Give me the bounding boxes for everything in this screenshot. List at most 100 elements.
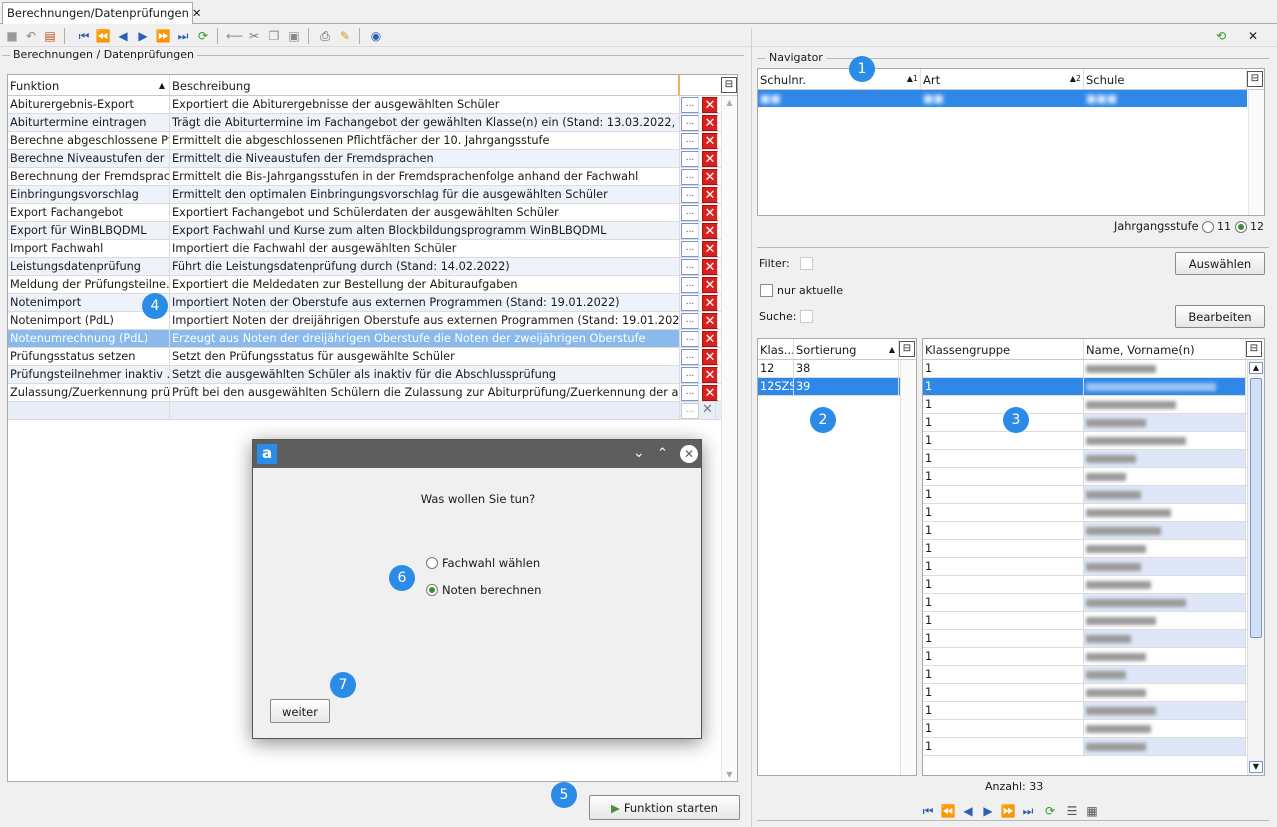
delete-icon[interactable]: ✕: [702, 223, 718, 239]
details-button[interactable]: ...: [681, 97, 699, 113]
school-row-selected[interactable]: ■■ ■■ ■■■: [758, 90, 1247, 107]
schueler-row[interactable]: 1: [923, 468, 1264, 486]
last-record-icon[interactable]: ⏭: [1020, 803, 1036, 819]
funktion-starten-button[interactable]: ▶ Funktion starten: [589, 795, 740, 820]
table-row[interactable]: Abiturergebnis-Export Exportiert die Abit…: [8, 96, 737, 114]
next-page-icon[interactable]: ⏩: [155, 28, 171, 44]
col-klassengruppe[interactable]: Klassengruppe: [923, 339, 1084, 359]
schueler-row[interactable]: 1: [923, 594, 1264, 612]
copy-icon[interactable]: ❐: [266, 28, 282, 44]
details-button[interactable]: ...: [681, 241, 699, 257]
new-row[interactable]: ... ✕: [8, 402, 737, 420]
details-button[interactable]: ...: [681, 223, 699, 239]
schueler-row[interactable]: 1: [923, 702, 1264, 720]
details-button[interactable]: ...: [681, 295, 699, 311]
col-art[interactable]: Art ▲2: [921, 69, 1084, 89]
schueler-row[interactable]: 1: [923, 360, 1264, 378]
table-row[interactable]: Export für WinBLBQDML Export Fachwahl und…: [8, 222, 737, 240]
col-schulnr[interactable]: Schulnr. ▲1: [758, 69, 921, 89]
table-row[interactable]: Einbringungsvorschlag Ermittelt den optim…: [8, 186, 737, 204]
klassen-row[interactable]: 12SZS 39: [758, 378, 916, 396]
functions-scrollbar[interactable]: ▲ ▼: [721, 96, 737, 781]
delete-icon[interactable]: ✕: [702, 277, 718, 293]
delete-icon[interactable]: ✕: [702, 385, 718, 401]
schueler-row[interactable]: 1: [923, 432, 1264, 450]
delete-icon[interactable]: ✕: [702, 349, 718, 365]
schueler-row[interactable]: 1: [923, 450, 1264, 468]
print-icon[interactable]: ⎙: [317, 28, 333, 44]
schueler-row[interactable]: 1: [923, 414, 1264, 432]
delete-icon[interactable]: ✕: [702, 259, 718, 275]
klassen-row[interactable]: 12 38: [758, 360, 916, 378]
column-chooser-icon[interactable]: ⊟: [899, 341, 915, 357]
paste-icon[interactable]: ▣: [286, 28, 302, 44]
schueler-row[interactable]: 1: [923, 558, 1264, 576]
details-button[interactable]: ...: [681, 133, 699, 149]
maximize-icon[interactable]: ⌃: [657, 446, 668, 461]
details-button[interactable]: ...: [681, 115, 699, 131]
dialog-close-icon[interactable]: ✕: [680, 445, 698, 463]
arrow-left-icon[interactable]: ⟵: [226, 28, 243, 44]
table-row[interactable]: Berechnung der Fremdsprac... Ermittelt di…: [8, 168, 737, 186]
details-button[interactable]: ...: [681, 349, 699, 365]
schueler-row[interactable]: 1: [923, 522, 1264, 540]
fachwahl-radio[interactable]: [426, 557, 438, 569]
delete-icon[interactable]: ✕: [702, 133, 718, 149]
col-schule[interactable]: Schule: [1084, 69, 1247, 89]
details-button[interactable]: ...: [681, 277, 699, 293]
help-icon[interactable]: ◉: [368, 28, 384, 44]
clean-icon[interactable]: ✎: [337, 28, 353, 44]
save-icon[interactable]: ■: [4, 28, 20, 44]
table-row[interactable]: Prüfungsteilnehmer inaktiv ... Setzt die …: [8, 366, 737, 384]
schueler-row[interactable]: 1: [923, 396, 1264, 414]
schueler-row[interactable]: 1: [923, 666, 1264, 684]
noten-berechnen-radio[interactable]: [426, 584, 438, 596]
prev-record-icon[interactable]: ◀: [960, 803, 976, 819]
weiter-button[interactable]: weiter: [270, 699, 330, 723]
details-button[interactable]: ...: [681, 187, 699, 203]
col-sortierung[interactable]: Sortierung ▲: [794, 339, 899, 359]
form-icon[interactable]: ▤: [42, 28, 58, 44]
next-page-icon[interactable]: ⏩: [1000, 803, 1016, 819]
delete-icon[interactable]: ✕: [702, 151, 718, 167]
refresh-icon[interactable]: ⟳: [1042, 803, 1058, 819]
tab-berechnungen[interactable]: Berechnungen/Datenprüfungen ✕: [2, 2, 202, 24]
column-chooser-icon[interactable]: ⊟: [721, 77, 737, 93]
schueler-row[interactable]: 1: [923, 612, 1264, 630]
delete-icon[interactable]: ✕: [702, 295, 718, 311]
details-button[interactable]: ...: [681, 313, 699, 329]
col-funktion[interactable]: Funktion ▲: [8, 75, 170, 95]
detail-view-icon[interactable]: ▦: [1084, 803, 1100, 819]
delete-icon[interactable]: ✕: [702, 169, 718, 185]
table-row[interactable]: Meldung der Prüfungsteilne... Exportiert …: [8, 276, 737, 294]
list-view-icon[interactable]: ☰: [1064, 803, 1080, 819]
first-record-icon[interactable]: ⏮: [76, 28, 92, 44]
table-row[interactable]: Notenimport Importiert Noten der Oberstuf…: [8, 294, 737, 312]
prev-page-icon[interactable]: ⏪: [940, 803, 956, 819]
schueler-row[interactable]: 1: [923, 738, 1264, 756]
column-chooser-icon[interactable]: ⊟: [1247, 71, 1263, 87]
col-name[interactable]: Name, Vorname(n): [1084, 339, 1246, 359]
table-row[interactable]: Berechne Niveaustufen der ... Ermittelt d…: [8, 150, 737, 168]
schueler-row[interactable]: 1: [923, 486, 1264, 504]
table-row[interactable]: Zulassung/Zuerkennung prü... Prüft bei de…: [8, 384, 737, 402]
col-klasse[interactable]: Klas...: [758, 339, 794, 359]
prev-record-icon[interactable]: ◀: [115, 28, 131, 44]
table-row[interactable]: Berechne abgeschlossene Pf... Ermittelt d…: [8, 132, 737, 150]
schueler-row[interactable]: 1: [923, 648, 1264, 666]
delete-icon[interactable]: ✕: [702, 367, 718, 383]
delete-icon[interactable]: ✕: [702, 97, 718, 113]
undo-icon[interactable]: ↶: [23, 28, 39, 44]
close-window-icon[interactable]: ✕: [1245, 28, 1261, 44]
bearbeiten-button[interactable]: Bearbeiten: [1175, 305, 1265, 328]
schueler-scrollbar[interactable]: ▲ ▼: [1247, 360, 1264, 775]
minimize-icon[interactable]: ⌄: [633, 445, 645, 461]
column-chooser-icon[interactable]: ⊟: [1246, 341, 1262, 357]
delete-icon[interactable]: ✕: [700, 402, 716, 419]
details-button[interactable]: ...: [681, 385, 699, 401]
schueler-row[interactable]: 1: [923, 504, 1264, 522]
delete-icon[interactable]: ✕: [702, 205, 718, 221]
schueler-row[interactable]: 1: [923, 684, 1264, 702]
suche-input[interactable]: [800, 310, 813, 323]
school-scrollbar[interactable]: [1248, 90, 1264, 215]
